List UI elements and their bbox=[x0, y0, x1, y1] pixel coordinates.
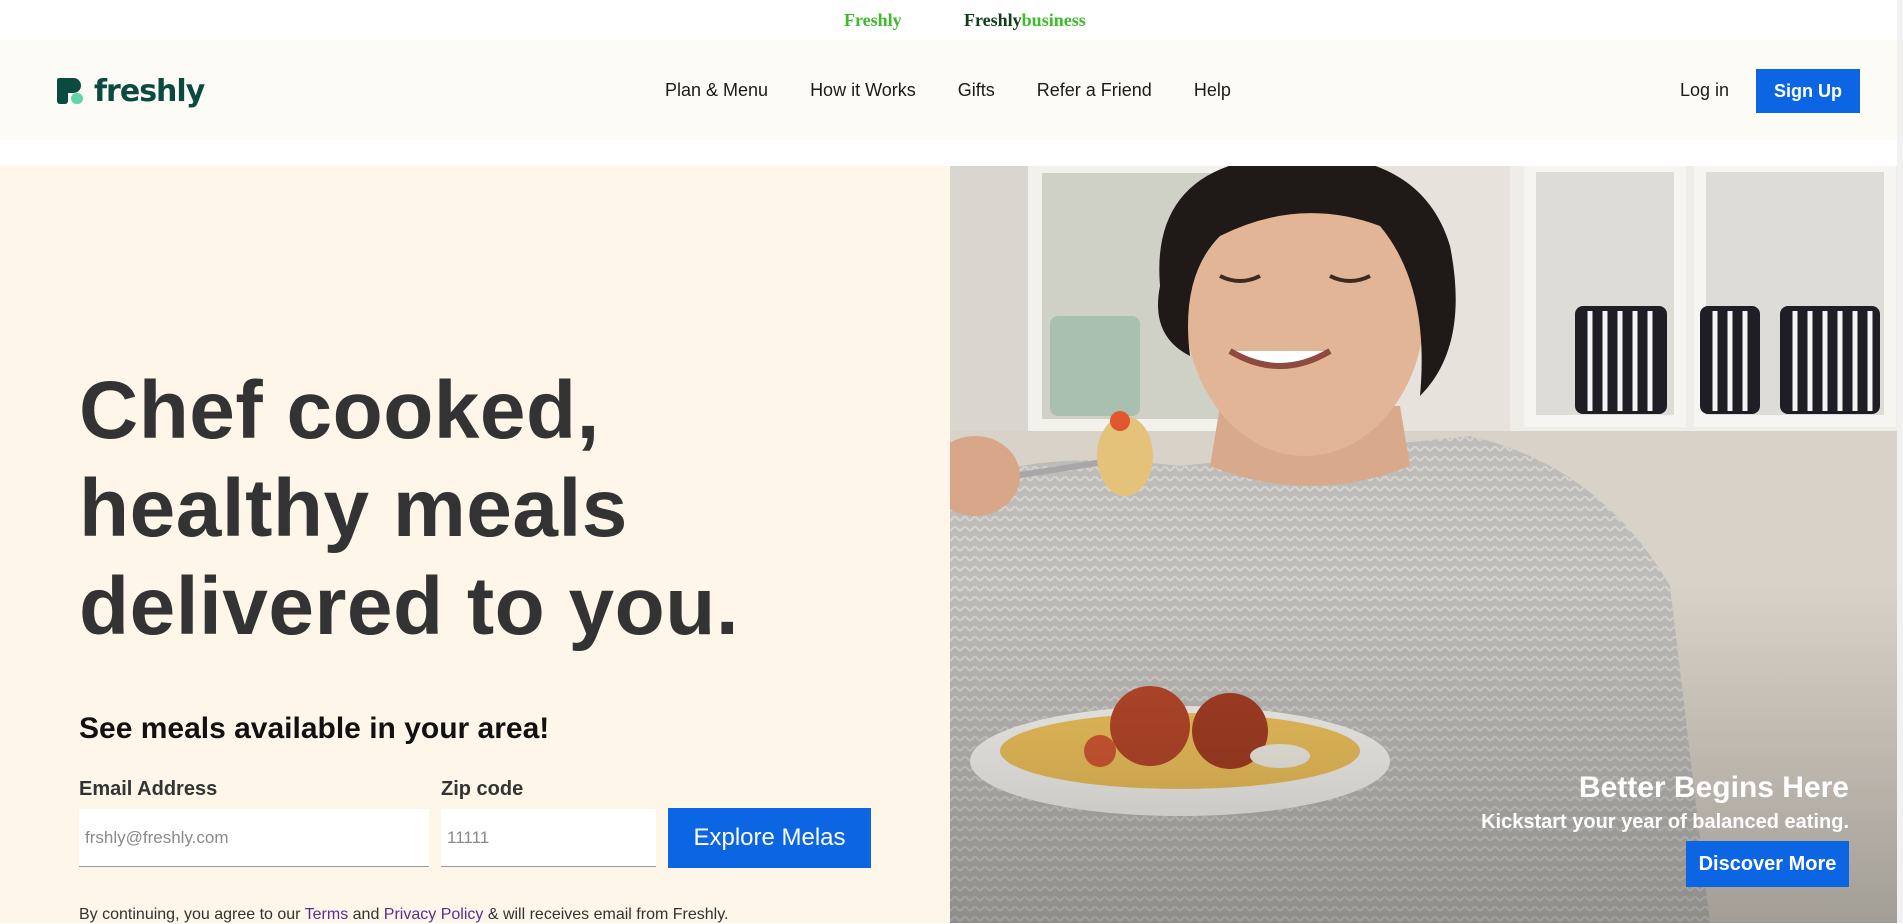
legal-disclaimer: By continuing, you agree to our Terms an… bbox=[79, 906, 728, 924]
brand-business-suffix: business bbox=[1021, 10, 1086, 30]
nav-refer-a-friend[interactable]: Refer a Friend bbox=[1037, 80, 1152, 101]
promo-title: Better Begins Here bbox=[1578, 771, 1849, 804]
primary-nav: Plan & Menu How it Works Gifts Refer a F… bbox=[665, 80, 1273, 101]
page-scrollbar[interactable] bbox=[1897, 0, 1903, 923]
promo-subtitle: Kickstart your year of balanced eating. bbox=[1481, 811, 1849, 833]
brand-link-freshly[interactable]: Freshly bbox=[844, 10, 902, 31]
nav-plan-and-menu[interactable]: Plan & Menu bbox=[665, 80, 768, 101]
hero-signup-panel: Chef cooked, healthy meals delivered to … bbox=[0, 166, 950, 923]
discover-more-button[interactable]: Discover More bbox=[1686, 841, 1849, 887]
disclaimer-text-before: By continuing, you agree to our bbox=[79, 906, 305, 923]
disclaimer-text-after: & will receives email from Freshly. bbox=[483, 906, 729, 923]
freshly-logo-mark-icon bbox=[57, 78, 83, 104]
hero-headline: Chef cooked, healthy meals delivered to … bbox=[79, 365, 740, 652]
email-label: Email Address bbox=[79, 778, 218, 800]
brand-business-prefix: Freshly bbox=[964, 10, 1022, 30]
nav-help[interactable]: Help bbox=[1194, 80, 1231, 101]
explore-meals-button[interactable]: Explore Melas bbox=[668, 808, 871, 868]
zip-code-field[interactable] bbox=[441, 809, 656, 867]
nav-gifts[interactable]: Gifts bbox=[958, 80, 995, 101]
brand-link-freshly-business[interactable]: Freshlybusiness bbox=[964, 10, 1086, 31]
email-field[interactable] bbox=[79, 809, 429, 867]
zip-label: Zip code bbox=[441, 778, 524, 800]
privacy-policy-link[interactable]: Privacy Policy bbox=[384, 906, 484, 923]
woman-eating-pasta-photo bbox=[950, 166, 1897, 923]
freshly-logo-text: freshly bbox=[94, 73, 205, 109]
signup-button[interactable]: Sign Up bbox=[1756, 69, 1860, 113]
hero-promo-panel: Better Begins Here Kickstart your year o… bbox=[950, 166, 1897, 923]
brand-switcher: Freshly Freshlybusiness bbox=[0, 0, 1903, 40]
disclaimer-text-and: and bbox=[348, 906, 384, 923]
terms-link[interactable]: Terms bbox=[305, 906, 349, 923]
freshly-logo[interactable]: freshly bbox=[57, 73, 205, 109]
nav-how-it-works[interactable]: How it Works bbox=[810, 80, 916, 101]
login-link[interactable]: Log in bbox=[1680, 80, 1729, 101]
main-header: freshly Plan & Menu How it Works Gifts R… bbox=[0, 40, 1897, 140]
hero-subhead: See meals available in your area! bbox=[79, 712, 550, 745]
